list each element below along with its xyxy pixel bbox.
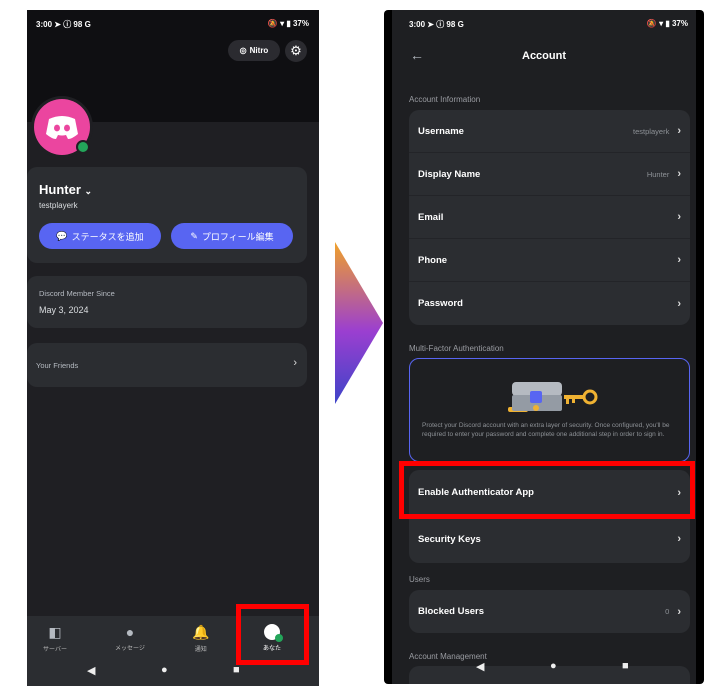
- member-since-card: Discord Member Since May 3, 2024: [27, 276, 307, 328]
- row-label: Username: [418, 125, 464, 137]
- your-friends-label: Your Friends: [36, 361, 79, 370]
- pencil-icon: ✎: [190, 230, 198, 241]
- row-value: testplayerk: [633, 126, 670, 136]
- home-nav-icon[interactable]: ●: [550, 660, 557, 672]
- row-label: Email: [418, 211, 444, 223]
- send-icon: ➤: [54, 20, 61, 29]
- mfa-description: Protect your Discord account with an ext…: [422, 422, 670, 439]
- transition-arrow: [335, 242, 383, 404]
- nav-notifications-label: 通知: [194, 647, 207, 653]
- username-row[interactable]: Username testplayerk ›: [409, 110, 690, 153]
- g-icon: G: [84, 20, 91, 29]
- right-phone-frame: 3:00 ➤ ⓘ 98 G 🔕 ▾ ▮ 37% ← Account Accoun…: [384, 10, 704, 684]
- page-title: Account: [522, 50, 566, 62]
- password-row[interactable]: Password ›: [409, 282, 690, 325]
- info-icon: ⓘ: [436, 20, 445, 29]
- chevron-right-icon: ›: [677, 297, 681, 310]
- messages-icon: ●: [125, 624, 135, 640]
- email-row[interactable]: Email ›: [409, 196, 690, 239]
- row-value: Hunter: [646, 169, 670, 179]
- settings-button[interactable]: ⚙: [285, 40, 307, 62]
- status-time: 3:00: [36, 20, 53, 29]
- section-users: Users: [409, 575, 430, 584]
- back-nav-icon[interactable]: ◀: [87, 664, 95, 677]
- edit-profile-label: プロフィール編集: [201, 231, 274, 242]
- row-label: Display Name: [418, 168, 481, 180]
- users-group: Blocked Users 0 ›: [409, 590, 690, 633]
- edit-profile-button[interactable]: ✎ プロフィール編集: [171, 223, 293, 249]
- username: testplayerk: [39, 201, 78, 210]
- status-bar: 3:00 ➤ ⓘ 98 G: [36, 19, 91, 30]
- account-screen: 3:00 ➤ ⓘ 98 G 🔕 ▾ ▮ 37% ← Account Accoun…: [392, 10, 696, 684]
- status-extra: 98: [446, 20, 456, 29]
- status-time: 3:00: [409, 20, 426, 29]
- wifi-icon: ▾: [659, 19, 664, 28]
- nav-messages[interactable]: ● メッセージ: [115, 624, 145, 652]
- mfa-info-card: Protect your Discord account with an ext…: [409, 358, 690, 462]
- mute-icon: 🔕: [646, 19, 657, 28]
- chat-bubble-icon: 💬: [56, 230, 68, 241]
- home-nav-icon[interactable]: ●: [161, 664, 168, 676]
- blocked-count: 0: [665, 607, 670, 616]
- recents-nav-icon[interactable]: ■: [233, 664, 240, 676]
- blocked-users-row[interactable]: Blocked Users 0 ›: [409, 590, 690, 633]
- mute-icon: 🔕: [267, 19, 278, 28]
- nitro-label: Nitro: [249, 46, 269, 55]
- battery-percent: 37%: [292, 19, 309, 28]
- section-mfa: Multi-Factor Authentication: [409, 344, 504, 353]
- chevron-down-icon: ⌄: [84, 186, 93, 196]
- g-icon: G: [457, 20, 464, 29]
- chevron-right-icon: ›: [677, 125, 681, 137]
- nitro-icon: ◎: [239, 46, 247, 55]
- chevron-right-icon: ›: [677, 254, 681, 266]
- left-phone-screen: 3:00 ➤ ⓘ 98 G 🔕 ▾ ▮ 37% ◎ Nitro ⚙ Hunter…: [27, 10, 319, 686]
- your-friends-row[interactable]: Your Friends ›: [27, 343, 307, 387]
- row-label: Phone: [418, 254, 448, 266]
- battery-percent: 37%: [671, 19, 688, 28]
- phone-row[interactable]: Phone ›: [409, 239, 690, 282]
- gear-icon: ⚙: [290, 43, 302, 58]
- bell-icon: 🔔: [192, 624, 210, 640]
- section-account-information: Account Information: [409, 95, 481, 104]
- member-since-label: Discord Member Since: [39, 289, 115, 298]
- chevron-right-icon: ›: [677, 533, 681, 545]
- row-label: Password: [418, 298, 463, 309]
- wifi-icon: ▾: [280, 19, 285, 28]
- chevron-right-icon: ›: [293, 357, 297, 369]
- member-since-date: May 3, 2024: [39, 305, 89, 315]
- display-name[interactable]: Hunter ⌄: [39, 182, 92, 197]
- battery-icon: ▮: [665, 19, 670, 28]
- nitro-button[interactable]: ◎ Nitro: [228, 40, 280, 61]
- nav-messages-label: メッセージ: [115, 646, 145, 652]
- row-label: Security Keys: [418, 533, 481, 545]
- account-info-group: Username testplayerk › Display Name Hunt…: [409, 110, 690, 325]
- nav-servers-label: サーバー: [43, 647, 67, 653]
- chevron-right-icon: ›: [677, 211, 681, 223]
- back-nav-icon[interactable]: ◀: [476, 660, 484, 673]
- add-status-button[interactable]: 💬 ステータスを追加: [39, 223, 161, 249]
- send-icon: ➤: [427, 20, 434, 29]
- battery-icon: ▮: [286, 19, 291, 28]
- nav-servers[interactable]: ◧ サーバー: [43, 624, 67, 653]
- status-right: 🔕 ▾ ▮ 37%: [647, 19, 688, 28]
- display-name-text: Hunter: [39, 182, 81, 197]
- status-right: 🔕 ▾ ▮ 37%: [268, 19, 309, 28]
- nav-notifications[interactable]: 🔔 通知: [192, 624, 209, 653]
- recents-nav-icon[interactable]: ■: [622, 660, 629, 672]
- chevron-right-icon: ›: [677, 605, 681, 618]
- chevron-right-icon: ›: [677, 168, 681, 180]
- status-bar: 3:00 ➤ ⓘ 98 G: [409, 19, 464, 30]
- highlight-enable-authenticator: [399, 461, 695, 519]
- info-icon: ⓘ: [63, 20, 72, 29]
- servers-icon: ◧: [48, 624, 62, 640]
- add-status-label: ステータスを追加: [71, 231, 144, 242]
- row-label: Blocked Users: [418, 606, 485, 617]
- profile-card: Hunter ⌄ testplayerk 💬 ステータスを追加 ✎ プロフィール…: [27, 167, 307, 263]
- highlight-you-tab: [236, 604, 309, 665]
- status-extra: 98: [73, 20, 83, 29]
- treasure-chest-key-icon: [506, 379, 598, 420]
- display-name-row[interactable]: Display Name Hunter ›: [409, 153, 690, 196]
- online-status-dot: [76, 140, 90, 154]
- security-keys-row[interactable]: Security Keys ›: [409, 516, 690, 562]
